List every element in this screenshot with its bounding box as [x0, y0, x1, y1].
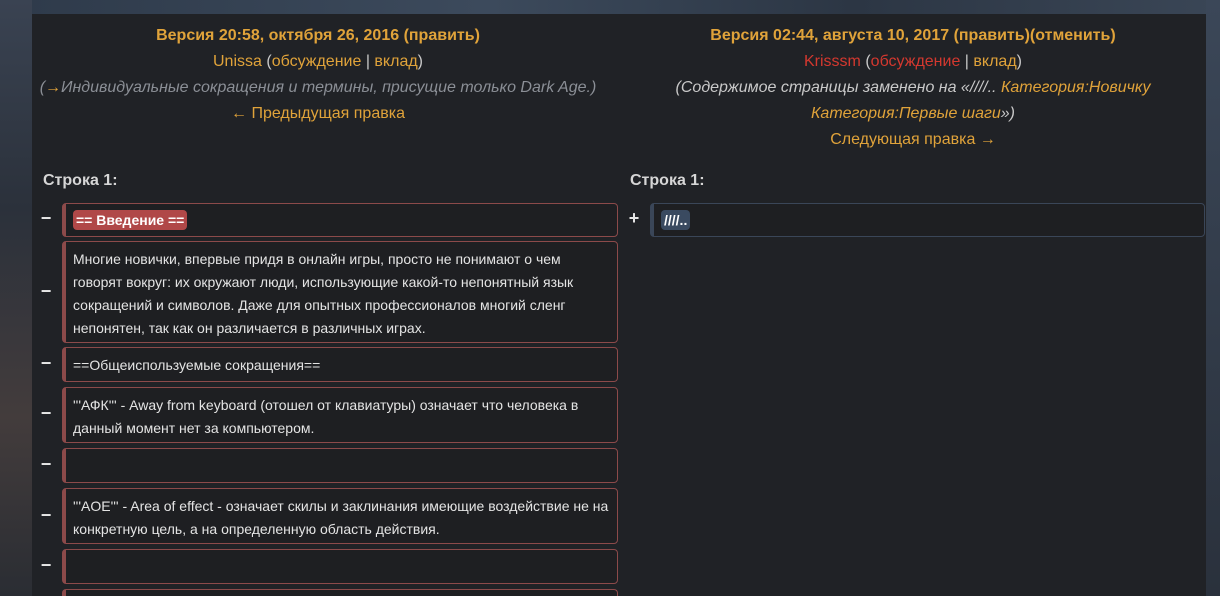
- old-edit-summary: Индивидуальные сокращения и термины, при…: [61, 79, 591, 96]
- new-revision-header: Версия 02:44, августа 10, 2017 (править)…: [675, 27, 1151, 148]
- background-left: [0, 0, 32, 596]
- old-line-number: Строка 1:: [43, 172, 118, 189]
- old-summary-arrow-link[interactable]: →: [45, 79, 61, 96]
- new-version-title[interactable]: Версия 02:44, августа 10, 2017: [710, 27, 949, 44]
- removed-line-5: [62, 448, 618, 483]
- removed-highlight: == Введение ==: [73, 210, 188, 230]
- new-talk-link[interactable]: обсуждение: [871, 53, 961, 70]
- removed-line-4: '''АФК''' - Away from keyboard (отошел о…: [62, 387, 618, 443]
- diff-minus-marker: −: [40, 208, 52, 228]
- removed-line-7: [62, 549, 618, 584]
- old-version-title[interactable]: Версия 20:58, октября 26, 2016: [156, 27, 399, 44]
- new-edit-link[interactable]: править: [959, 27, 1025, 44]
- diff-minus-marker: −: [40, 281, 52, 301]
- diff-minus-marker: −: [40, 555, 52, 575]
- background-right: [1206, 0, 1220, 596]
- removed-line-1: == Введение ==: [62, 203, 618, 237]
- previous-edit-link[interactable]: ← Предыдущая правка: [231, 105, 405, 122]
- undo-link[interactable]: отменить: [1035, 27, 1110, 44]
- removed-line-3: ==Общеиспользуемые сокращения==: [62, 347, 618, 382]
- old-edit-link[interactable]: править: [409, 27, 475, 44]
- new-summary-prefix: Содержимое страницы заменено на «////..: [680, 79, 1001, 96]
- old-talk-link[interactable]: обсуждение: [272, 53, 362, 70]
- removed-line-6: '''AOE''' - Area of effect - означает ск…: [62, 488, 618, 544]
- new-user-link[interactable]: Krisssm: [804, 53, 861, 70]
- background-top: [0, 0, 1220, 14]
- old-contrib-link[interactable]: вклад: [374, 53, 417, 70]
- next-edit-link[interactable]: Следующая правка →: [830, 131, 996, 148]
- new-line-number: Строка 1:: [630, 172, 705, 189]
- new-contrib-link[interactable]: вклад: [973, 53, 1016, 70]
- diff-minus-marker: −: [40, 505, 52, 525]
- old-revision-header: Версия 20:58, октября 26, 2016 (править)…: [39, 27, 597, 122]
- diff-plus-marker: +: [628, 208, 640, 228]
- diff-minus-marker: −: [40, 353, 52, 373]
- added-line-1: ////..: [650, 203, 1205, 237]
- removed-line-8: [62, 589, 618, 596]
- old-user-link[interactable]: Unissa: [213, 53, 262, 70]
- diff-minus-marker: −: [40, 403, 52, 423]
- added-highlight: ////..: [661, 210, 691, 230]
- new-summary-suffix: »: [1000, 105, 1010, 122]
- category-link-first-steps[interactable]: Категория:Первые шаги: [811, 105, 1001, 122]
- diff-minus-marker: −: [40, 454, 52, 474]
- removed-line-2: Многие новички, впервые придя в онлайн и…: [62, 241, 618, 343]
- category-link-newbie[interactable]: Категория:Новичку: [1001, 79, 1151, 96]
